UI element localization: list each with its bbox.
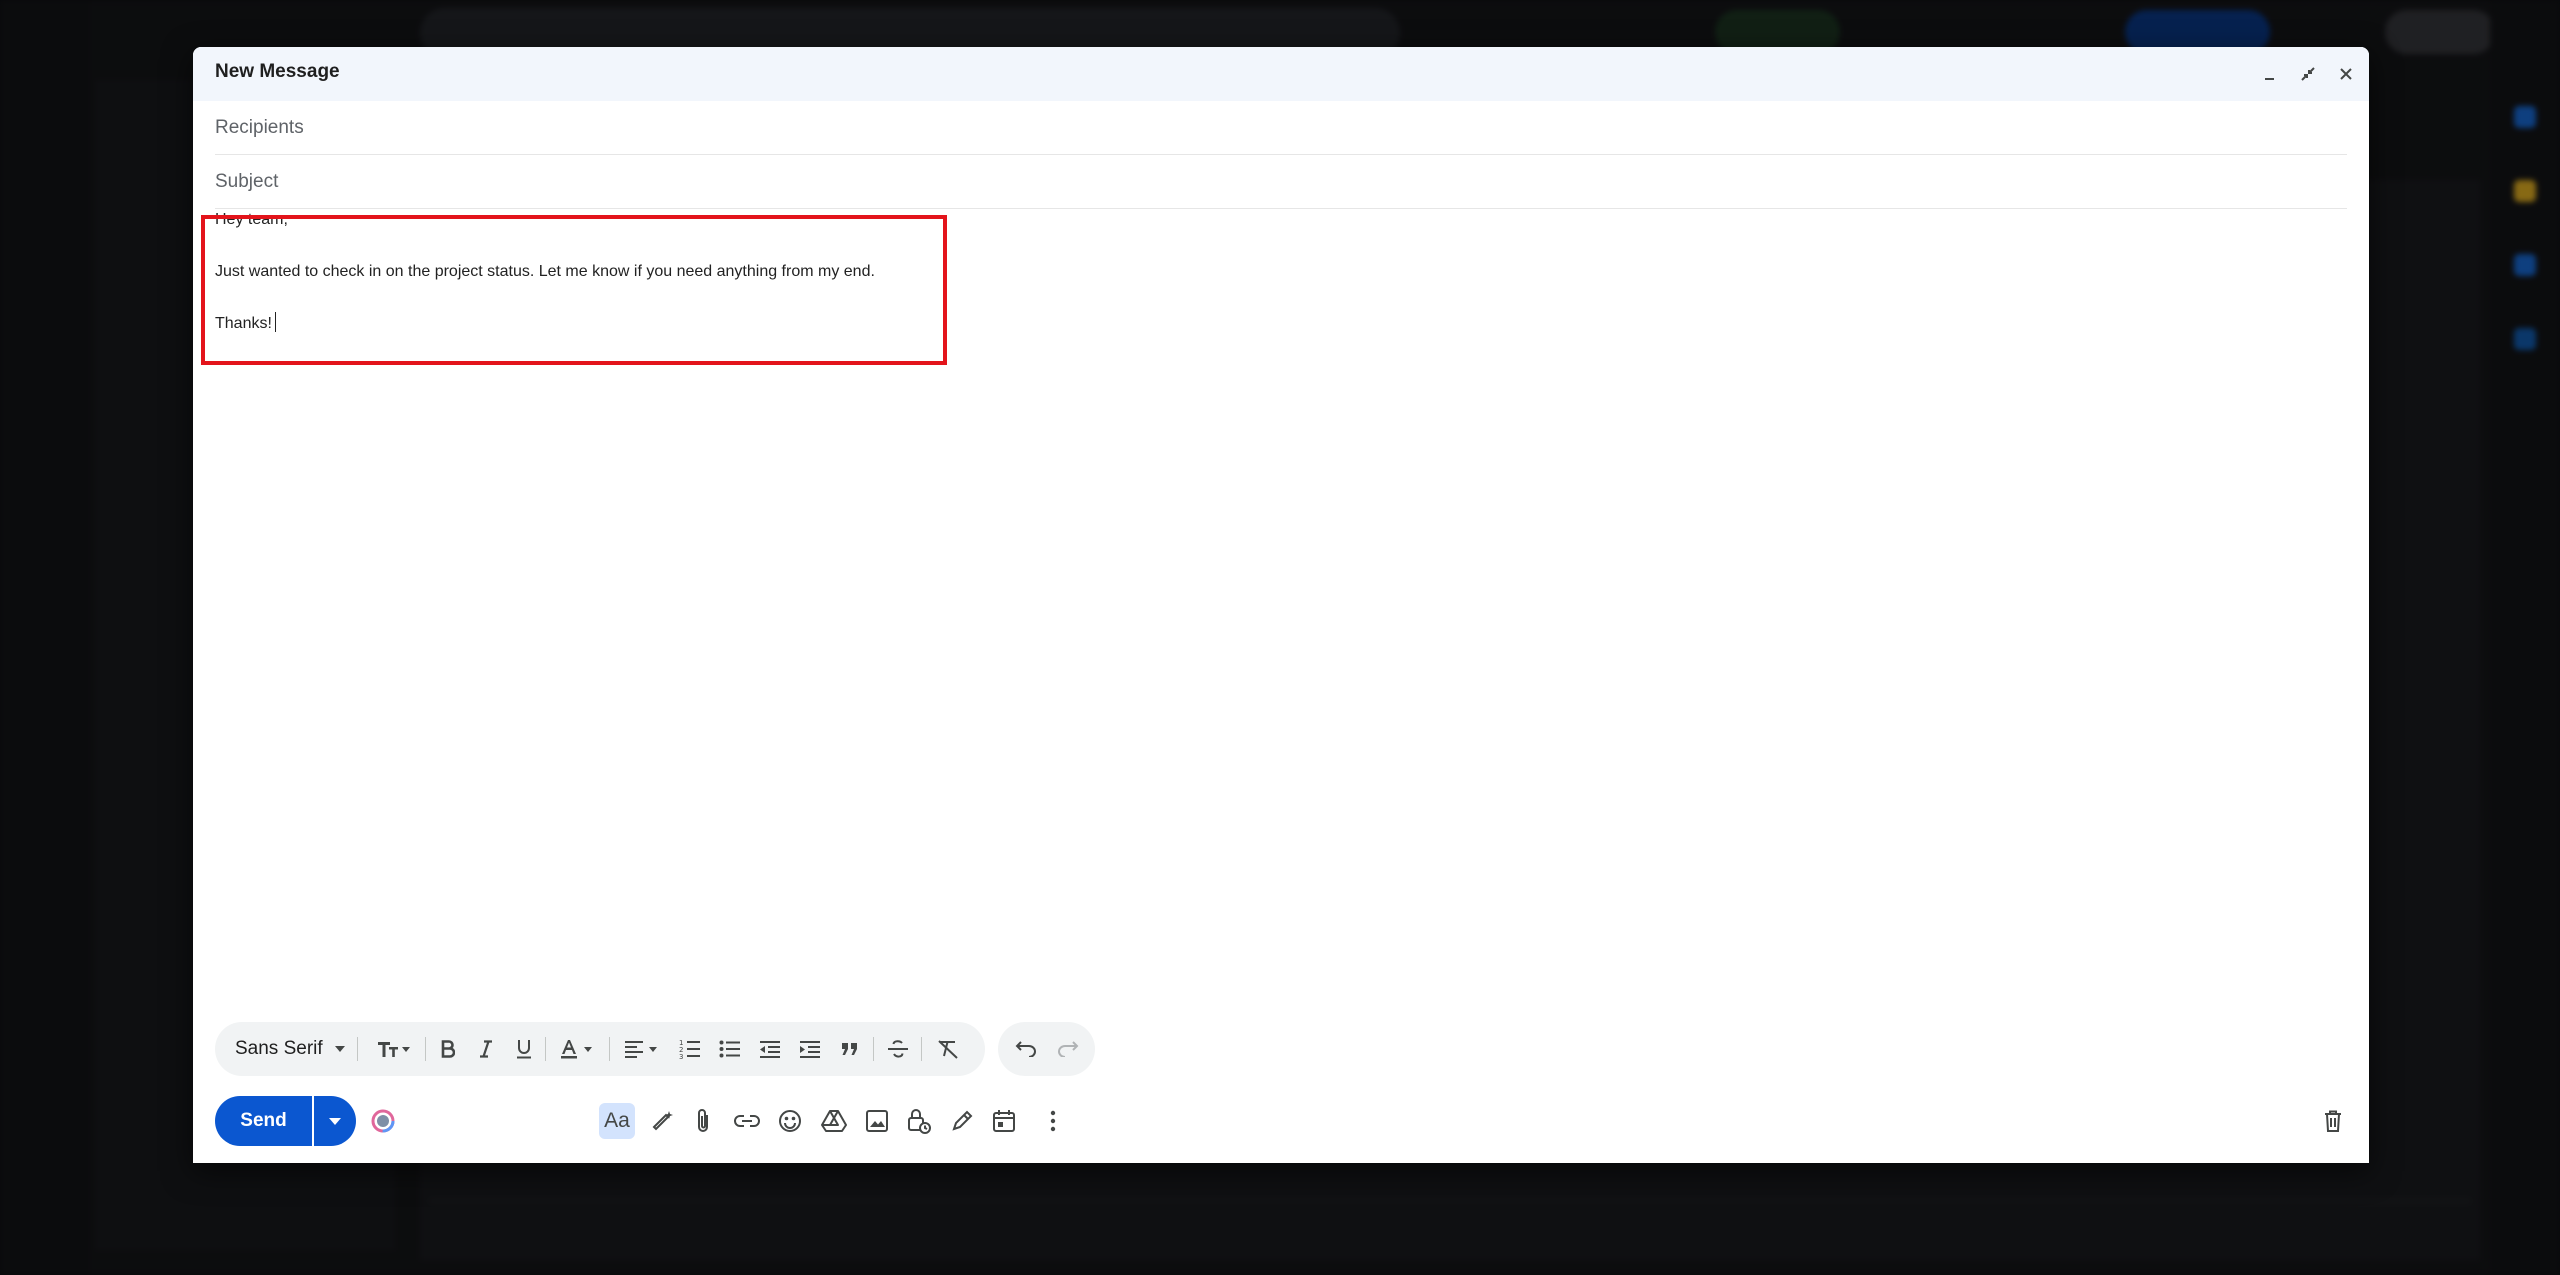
subject-input[interactable] — [215, 155, 2347, 209]
formatting-options-icon[interactable]: Aa — [599, 1103, 635, 1139]
drive-icon[interactable] — [816, 1103, 852, 1139]
layouts-icon[interactable] — [365, 1103, 401, 1139]
indent-less-icon[interactable] — [751, 1022, 789, 1076]
recipients-input[interactable] — [215, 101, 2347, 155]
text-size-icon[interactable] — [365, 1022, 423, 1076]
align-icon[interactable] — [615, 1022, 669, 1076]
underline-icon[interactable] — [507, 1022, 541, 1076]
exit-fullscreen-icon[interactable] — [2295, 61, 2321, 87]
attach-icon[interactable] — [685, 1103, 721, 1139]
chevron-down-icon — [334, 1046, 345, 1052]
schedule-icon[interactable] — [986, 1103, 1022, 1139]
quote-icon[interactable] — [831, 1022, 869, 1076]
confidential-icon[interactable] — [901, 1103, 937, 1139]
minimize-icon[interactable] — [2257, 61, 2283, 87]
compose-header: New Message — [193, 47, 2369, 101]
history-toolbar — [998, 1022, 1095, 1076]
emoji-icon[interactable] — [772, 1103, 808, 1139]
body-paragraph: Just wanted to check in on the project s… — [215, 263, 875, 280]
font-family-select[interactable]: Sans Serif — [225, 1022, 345, 1076]
send-options-button[interactable] — [314, 1096, 356, 1146]
photo-icon[interactable] — [859, 1103, 895, 1139]
body-signoff: Thanks! — [215, 315, 272, 332]
help-me-write-icon[interactable] — [644, 1103, 680, 1139]
discard-icon[interactable] — [2315, 1103, 2351, 1139]
message-body[interactable]: Hey team, Just wanted to check in on the… — [215, 207, 955, 337]
link-icon[interactable] — [729, 1103, 765, 1139]
bold-icon[interactable] — [431, 1022, 465, 1076]
send-button[interactable]: Send — [215, 1096, 312, 1146]
undo-icon[interactable] — [1006, 1022, 1046, 1076]
signature-icon[interactable] — [944, 1103, 980, 1139]
strikethrough-icon[interactable] — [879, 1022, 917, 1076]
body-greeting: Hey team, — [215, 211, 288, 228]
compose-title: New Message — [215, 61, 340, 82]
redo-icon[interactable] — [1048, 1022, 1088, 1076]
text-color-icon[interactable] — [551, 1022, 605, 1076]
italic-icon[interactable] — [469, 1022, 503, 1076]
numbered-list-icon[interactable]: 123 — [671, 1022, 709, 1076]
chevron-down-icon — [329, 1117, 341, 1125]
text-cursor — [274, 312, 276, 332]
subject-field — [215, 155, 2347, 209]
close-icon[interactable] — [2333, 61, 2359, 87]
more-options-icon[interactable] — [1035, 1103, 1071, 1139]
recipients-field — [215, 101, 2347, 155]
bulleted-list-icon[interactable] — [711, 1022, 749, 1076]
formatting-toolbar: Sans Serif 123 — [215, 1022, 985, 1076]
font-family-label: Sans Serif — [235, 1038, 323, 1059]
compose-dialog: New Message Hey team, Just wanted to che… — [193, 47, 2369, 1163]
remove-formatting-icon[interactable] — [927, 1022, 969, 1076]
indent-more-icon[interactable] — [791, 1022, 829, 1076]
body-signoff-line: Thanks! — [215, 311, 955, 337]
svg-text:3: 3 — [679, 1053, 683, 1059]
